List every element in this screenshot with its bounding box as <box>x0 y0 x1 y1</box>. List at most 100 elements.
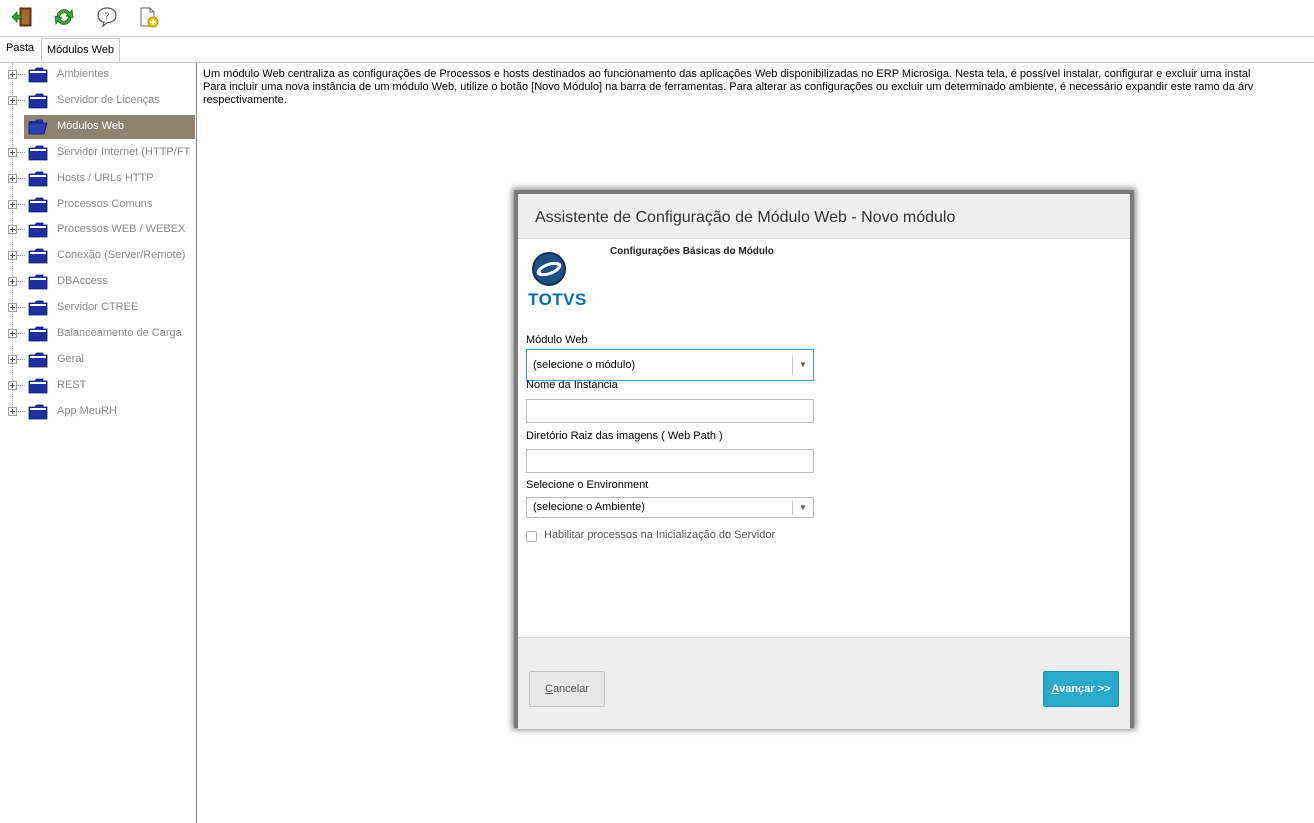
expand-icon[interactable] <box>8 147 17 157</box>
tree-item[interactable]: Servidor CTREE <box>0 296 196 320</box>
tree-item[interactable]: Balanceamento de Carga <box>0 322 196 346</box>
open-folder-icon <box>28 119 48 135</box>
tree-item[interactable]: Processos WEB / WEBEX <box>0 218 196 242</box>
tree-item-label: Hosts / URLs HTTP <box>57 171 154 184</box>
expand-icon[interactable] <box>8 173 17 183</box>
habilitar-processos-label: Habilitar processos na Inicialização do … <box>544 529 776 541</box>
folder-icon <box>28 404 48 420</box>
folder-icon <box>28 145 48 161</box>
tab-strip: Pasta Módulos Web <box>0 38 1314 63</box>
dialog-title: Assistente de Configuração de Módulo Web… <box>535 209 956 226</box>
expand-icon[interactable] <box>8 277 17 287</box>
tree-item[interactable]: DBAccess <box>0 270 196 294</box>
tree-item[interactable]: Servidor de Licenças <box>0 89 196 113</box>
tree-connector <box>17 229 25 231</box>
expand-icon[interactable] <box>8 70 17 79</box>
tree-item[interactable]: Módulos Web <box>24 114 195 139</box>
diretorio-raiz-label: Diretório Raiz das imagens ( Web Path ) <box>526 430 723 442</box>
expand-icon[interactable] <box>8 251 17 261</box>
tree-item-label: Servidor CTREE <box>57 301 139 314</box>
tree-connector <box>17 99 25 101</box>
tree-item-label: Servidor Internet (HTTP/FT <box>57 145 191 158</box>
tree-connector <box>17 74 25 75</box>
nome-instancia-input[interactable] <box>526 399 814 423</box>
toolbar: ? <box>0 0 1314 37</box>
tree-connector <box>17 333 25 334</box>
tree-connector <box>17 281 25 283</box>
habilitar-processos-checkbox[interactable] <box>526 531 537 542</box>
tree-item-label: Processos WEB / WEBEX <box>57 223 186 236</box>
folder-icon <box>28 300 48 316</box>
tree-item[interactable]: Hosts / URLs HTTP <box>0 167 196 191</box>
folder-icon <box>28 248 48 264</box>
folder-icon <box>28 222 48 238</box>
tree-item[interactable]: Conexão (Server/Remote) <box>0 244 196 268</box>
expand-icon[interactable] <box>8 199 17 209</box>
folder-icon <box>28 67 48 83</box>
folder-icon <box>28 197 48 213</box>
logo-text: TOTVS <box>528 290 587 309</box>
tree-connector <box>17 151 25 153</box>
tree-item[interactable]: Geral <box>0 348 196 372</box>
expand-icon[interactable] <box>8 329 17 338</box>
tree-item[interactable]: App MeuRH <box>0 400 196 424</box>
tree-connector <box>17 203 25 205</box>
tree-item-label: Geral <box>57 352 84 365</box>
tree-item-label: App MeuRH <box>57 404 117 417</box>
modulo-web-value: (selecione o módulo) <box>533 359 636 371</box>
tree-connector <box>17 255 25 257</box>
tree-connector <box>17 307 25 309</box>
tree-item-label: DBAccess <box>57 275 108 288</box>
modulo-web-select[interactable]: (selecione o módulo) ▼ <box>526 349 814 381</box>
tree-connector <box>17 177 25 179</box>
folder-icon <box>28 93 48 109</box>
modulo-web-label: Módulo Web <box>526 334 588 346</box>
tree-item[interactable]: Ambientes <box>0 63 196 87</box>
dropdown-arrow-icon[interactable]: ▼ <box>792 501 813 515</box>
folder-icon <box>28 378 48 394</box>
dropdown-arrow-icon[interactable]: ▼ <box>792 355 813 375</box>
new-document-icon[interactable] <box>136 5 160 29</box>
diretorio-raiz-input[interactable] <box>526 449 814 473</box>
tree-item-label: Processos Comuns <box>57 197 153 210</box>
description-line-1: Um módulo Web centraliza as configuraçõe… <box>203 68 1251 80</box>
tab-modulos-web[interactable]: Módulos Web <box>41 38 121 62</box>
next-button[interactable]: Avançar >> <box>1043 671 1119 707</box>
svg-text:?: ? <box>104 12 109 23</box>
tree-connector <box>17 358 25 360</box>
tree-item[interactable]: REST <box>0 374 196 398</box>
dialog-header: Assistente de Configuração de Módulo Web… <box>518 194 1130 239</box>
dialog-subtitle: Configurações Básicas do Módulo <box>610 246 774 257</box>
exit-icon[interactable] <box>10 5 34 29</box>
navigation-tree: Ambientes Servidor de Licenças Módulos Web… <box>0 63 197 823</box>
folder-icon <box>28 274 48 290</box>
tree-item[interactable]: Processos Comuns <box>0 193 196 217</box>
environment-select[interactable]: (selecione o Ambiente) ▼ <box>526 497 814 518</box>
tree-item[interactable]: Servidor Internet (HTTP/FT <box>0 141 196 165</box>
tab-pasta[interactable]: Pasta <box>6 42 34 54</box>
cancel-button[interactable]: Cancelar <box>529 671 605 707</box>
tree-item-label: Balanceamento de Carga <box>57 327 182 339</box>
expand-icon[interactable] <box>8 406 17 416</box>
environment-value: (selecione o Ambiente) <box>533 501 645 513</box>
dialog-footer: Cancelar Avançar >> <box>518 637 1130 729</box>
expand-icon[interactable] <box>8 380 17 390</box>
tree-connector <box>17 384 25 386</box>
refresh-icon[interactable] <box>52 5 76 29</box>
tree-item-label: Conexão (Server/Remote) <box>57 249 186 262</box>
nome-instancia-label: Nome da Instancia <box>526 379 618 391</box>
folder-icon <box>28 326 48 342</box>
folder-icon <box>28 352 48 368</box>
tree-item-label: Módulos Web <box>57 119 125 132</box>
tree-item-label: REST <box>57 378 87 391</box>
expand-icon[interactable] <box>8 95 17 105</box>
wizard-dialog: Assistente de Configuração de Módulo Web… <box>514 190 1134 729</box>
description-text: Um módulo Web centraliza as configuraçõe… <box>203 68 1311 107</box>
tree-item-label: Servidor de Licenças <box>57 93 160 106</box>
expand-icon[interactable] <box>8 225 17 235</box>
tree-connector <box>17 410 25 412</box>
expand-icon[interactable] <box>8 354 17 364</box>
expand-icon[interactable] <box>8 303 17 313</box>
help-icon[interactable]: ? <box>95 5 119 29</box>
description-line-3: respectivamente. <box>203 94 287 106</box>
